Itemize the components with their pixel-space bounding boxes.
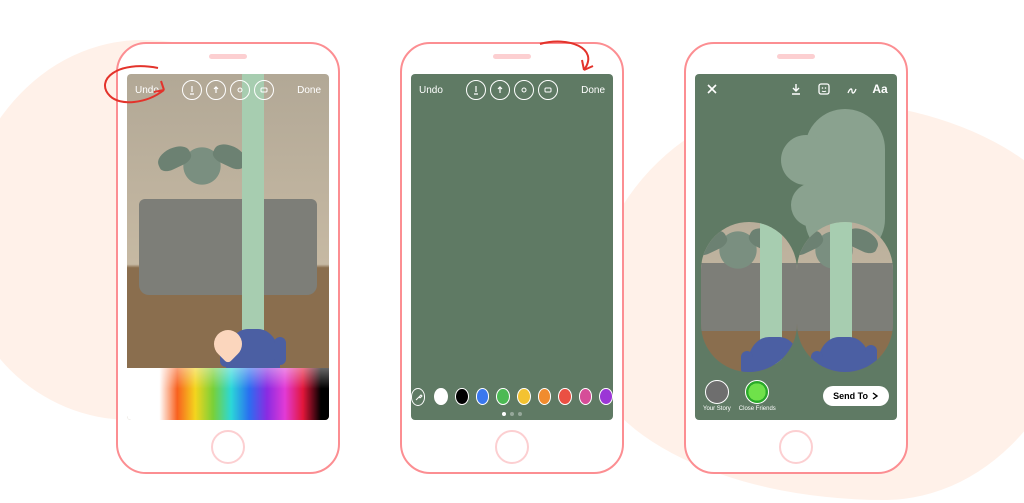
send-to-label: Send To bbox=[833, 391, 868, 401]
done-button[interactable]: Done bbox=[295, 85, 323, 96]
swatch-orange[interactable] bbox=[538, 388, 552, 405]
story-bottom-bar: Your Story Close Friends Send To bbox=[695, 380, 897, 412]
page-dot bbox=[518, 412, 522, 416]
erased-reveal-right bbox=[797, 222, 893, 372]
swatch-white[interactable] bbox=[434, 388, 448, 405]
planter bbox=[139, 199, 317, 296]
phone2-screen: Undo Done bbox=[411, 74, 613, 420]
phone3-screen: Aa Your Story Close Friends Send To bbox=[695, 74, 897, 420]
phone-frame-2: Undo Done bbox=[400, 42, 624, 474]
undo-button[interactable]: Undo bbox=[417, 85, 445, 96]
phone1-screen: Undo Done bbox=[127, 74, 329, 420]
swatch-black[interactable] bbox=[455, 388, 469, 405]
swatch-pink[interactable] bbox=[579, 388, 593, 405]
erased-reveal-left bbox=[701, 222, 797, 372]
succulent bbox=[167, 136, 237, 196]
page-dot bbox=[510, 412, 514, 416]
neon-tool[interactable] bbox=[514, 80, 534, 100]
swatch-purple[interactable] bbox=[599, 388, 613, 405]
close-friends-button[interactable]: Close Friends bbox=[739, 380, 776, 412]
color-spectrum[interactable] bbox=[127, 368, 329, 420]
color-swatches bbox=[411, 388, 613, 406]
candle bbox=[242, 74, 264, 344]
page-dot bbox=[502, 412, 506, 416]
phone-frame-1: Undo Done bbox=[116, 42, 340, 474]
avatar-your-story bbox=[705, 380, 729, 404]
home-button bbox=[779, 430, 813, 464]
phone-row: Undo Done Undo bbox=[0, 0, 1024, 474]
swatch-blue[interactable] bbox=[476, 388, 490, 405]
send-to-button[interactable]: Send To bbox=[823, 386, 889, 406]
home-button bbox=[495, 430, 529, 464]
swatch-red[interactable] bbox=[558, 388, 572, 405]
story-top-toolbar: Aa bbox=[695, 80, 897, 98]
close-icon[interactable] bbox=[703, 80, 721, 98]
draw-icon[interactable] bbox=[843, 80, 861, 98]
solid-fill bbox=[411, 74, 613, 420]
annotation-arrow-to-undo bbox=[98, 62, 188, 112]
page-dots bbox=[411, 412, 613, 416]
text-icon[interactable]: Aa bbox=[871, 80, 889, 98]
eraser-tool[interactable] bbox=[254, 80, 274, 100]
neon-tool[interactable] bbox=[230, 80, 250, 100]
swatch-yellow[interactable] bbox=[517, 388, 531, 405]
arrow-tool[interactable] bbox=[206, 80, 226, 100]
home-button bbox=[211, 430, 245, 464]
swatch-green[interactable] bbox=[496, 388, 510, 405]
avatar-close-friends bbox=[745, 380, 769, 404]
chevron-right-icon bbox=[871, 392, 879, 400]
annotation-arrow-to-done bbox=[534, 40, 604, 86]
marker-tool[interactable] bbox=[466, 80, 486, 100]
your-story-button[interactable]: Your Story bbox=[703, 380, 731, 412]
close-friends-label: Close Friends bbox=[739, 406, 776, 412]
sticker-icon[interactable] bbox=[815, 80, 833, 98]
done-button[interactable]: Done bbox=[579, 85, 607, 96]
phone-frame-3: Aa Your Story Close Friends Send To bbox=[684, 42, 908, 474]
eyedropper-button[interactable] bbox=[411, 388, 425, 406]
your-story-label: Your Story bbox=[703, 406, 731, 412]
arrow-tool[interactable] bbox=[490, 80, 510, 100]
save-icon[interactable] bbox=[787, 80, 805, 98]
